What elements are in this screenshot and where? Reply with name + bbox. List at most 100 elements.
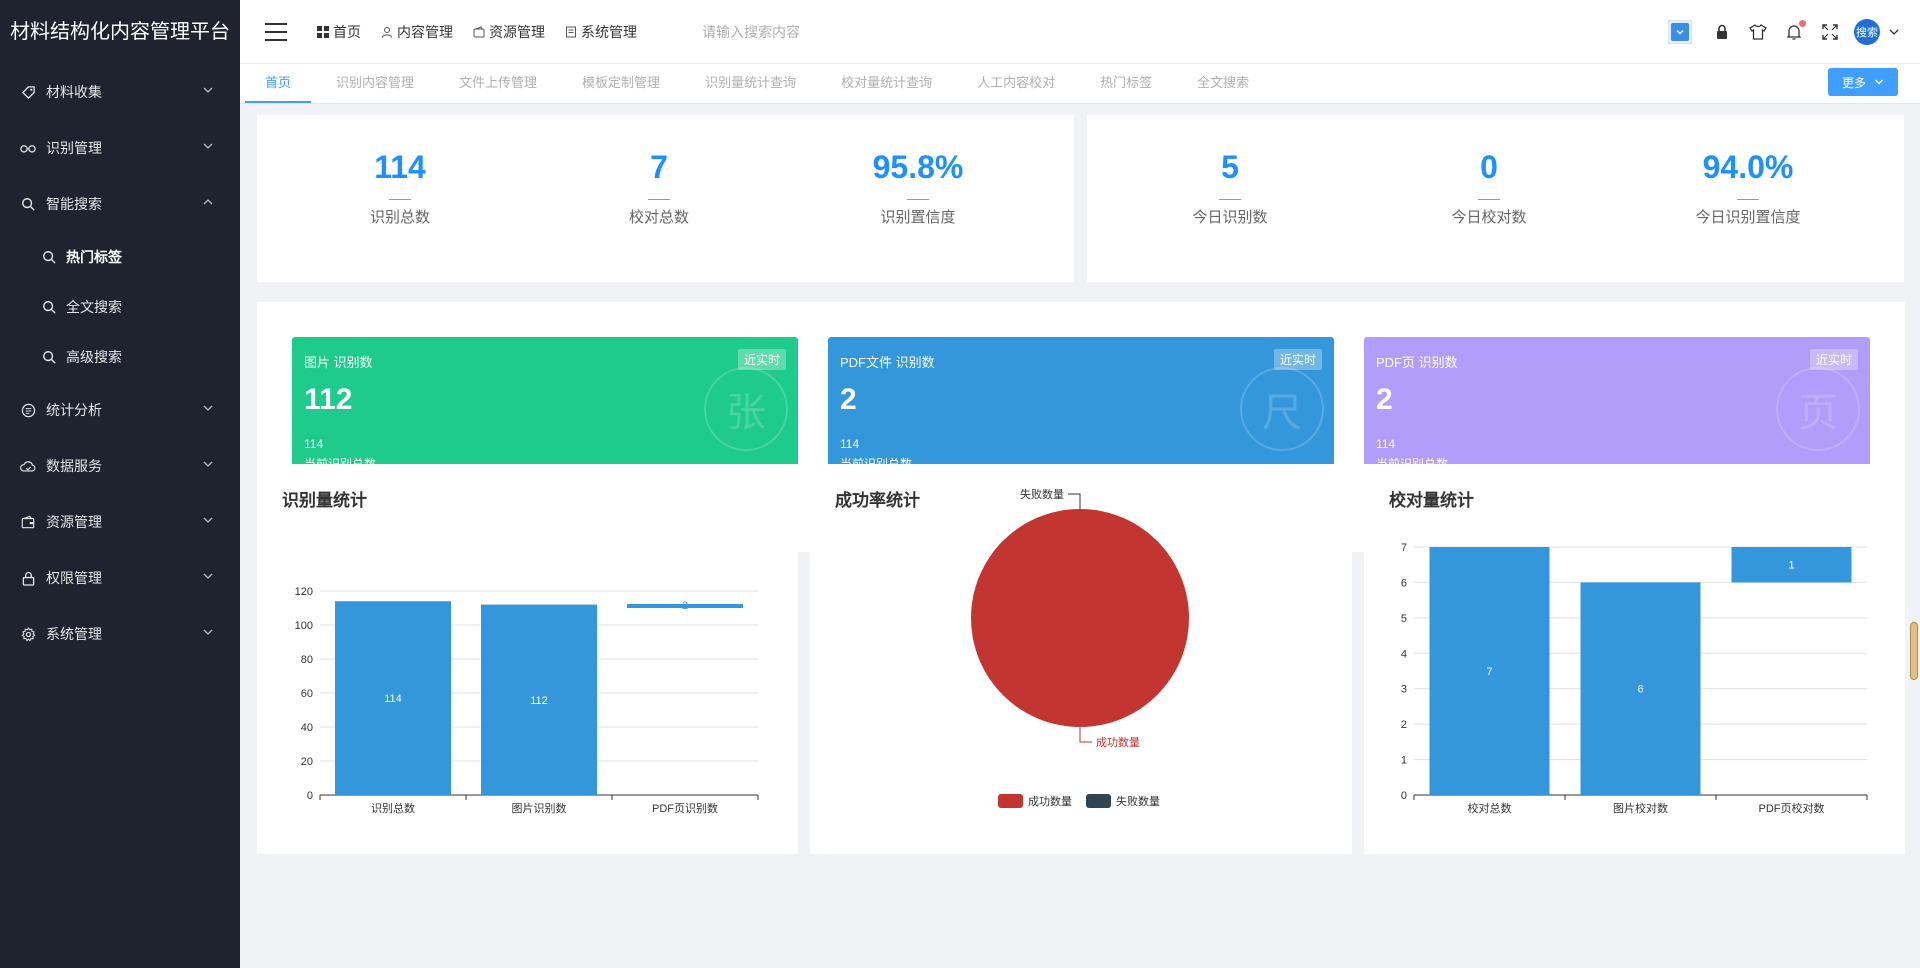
bar-value-label: 7 [1486, 666, 1492, 678]
tab-6[interactable]: 人工内容校对 [957, 63, 1075, 103]
theme-picker-button[interactable] [1668, 20, 1692, 44]
top-header: 首页 内容管理 资源管理 系统管理 请输入搜索内容 搜索 [240, 0, 1920, 64]
sidebar-item-2[interactable]: 智能搜索 [0, 176, 240, 232]
tile-title: 图片 识别数 [304, 355, 373, 370]
sidebar-item-label: 智能搜索 [46, 196, 102, 212]
y-tick-label: 80 [301, 654, 313, 666]
tab-3[interactable]: 模板定制管理 [562, 63, 680, 103]
search-icon [42, 250, 56, 264]
bar-value-label: 112 [530, 695, 548, 707]
wallet-icon [20, 514, 36, 530]
chevron-down-icon [1875, 79, 1883, 85]
chevron-down-icon[interactable] [1888, 26, 1900, 38]
stat-total-proofread: 7 校对总数 [529, 115, 789, 227]
legend-swatch [998, 794, 1023, 808]
notification-button[interactable] [1776, 14, 1812, 50]
search-input[interactable] [702, 23, 902, 40]
sidebar-item-6[interactable]: 权限管理 [0, 550, 240, 606]
y-tick-label: 7 [1401, 542, 1407, 554]
sidebar-item-0[interactable]: 材料收集 [0, 64, 240, 120]
chevron-down-icon [202, 83, 216, 97]
tile-sub-value: 114 [840, 437, 860, 451]
tab-7[interactable]: 热门标签 [1080, 63, 1172, 103]
success-pie-chart: 失败数量成功数量成功数量 失败数量 [971, 487, 1189, 808]
hamburger-menu-icon[interactable] [265, 22, 287, 41]
y-tick-label: 5 [1401, 613, 1407, 625]
sidebar-item-5[interactable]: 资源管理 [0, 494, 240, 550]
y-tick-label: 0 [307, 790, 313, 802]
y-tick-label: 3 [1401, 684, 1407, 696]
stat-value: 114 [374, 149, 426, 185]
shirt-icon [1749, 24, 1767, 40]
y-tick-label: 100 [295, 620, 313, 632]
y-tick-label: 120 [295, 586, 313, 598]
lock-icon [20, 570, 36, 586]
avatar[interactable]: 搜索 [1854, 19, 1880, 45]
x-tick-label: 识别总数 [371, 801, 415, 815]
chevron-up-icon [202, 195, 216, 209]
sidebar-item-label: 资源管理 [46, 514, 102, 530]
y-tick-label: 4 [1401, 648, 1407, 660]
tile-badge: 近实时 [737, 349, 786, 370]
proofread-chart-card: 校对量统计 0 1 2 3 4 5 6 7 7 校对总数 6 图片校对数 1 PDF页校对数 [1364, 464, 1905, 854]
stat-value: 95.8% [872, 149, 964, 185]
more-button-label: 更多 [1841, 75, 1866, 90]
sidebar-subitem-1[interactable]: 全文搜索 [0, 282, 240, 332]
skin-button[interactable] [1740, 14, 1776, 50]
stat-label: 识别置信度 [880, 209, 956, 226]
sidebar-item-3[interactable]: 统计分析 [0, 382, 240, 438]
topnav-content[interactable]: 内容管理 [381, 22, 453, 42]
grid-icon [317, 25, 329, 38]
proofread-bar-chart: 0 1 2 3 4 5 6 7 7 校对总数 6 图片校对数 1 PDF页校对数 [1401, 542, 1868, 815]
notification-dot [1799, 20, 1806, 27]
legend-label: 失败数量 [1116, 794, 1160, 808]
sidebar-subitem-0[interactable]: 热门标签 [0, 232, 240, 282]
pie-slice [971, 509, 1189, 727]
stat-divider [907, 199, 929, 200]
top-nav: 首页 内容管理 资源管理 系统管理 [317, 22, 657, 42]
stat-divider [389, 199, 411, 200]
wallet-icon [473, 25, 485, 37]
y-tick-label: 0 [1401, 790, 1407, 802]
chevron-down-icon [202, 569, 216, 583]
recognition-bar-chart: 0 20 40 60 80 100 120 114 识别总数 112 图片识别数 2 PDF页识别数 [295, 586, 759, 815]
page-scrollbar[interactable] [1910, 622, 1918, 680]
tab-5[interactable]: 校对量统计查询 [821, 63, 952, 103]
glasses-icon [20, 140, 36, 156]
sidebar-subitem-label: 全文搜索 [66, 299, 122, 315]
topnav-home-label: 首页 [333, 23, 361, 40]
sidebar-subitem-2[interactable]: 高级搜索 [0, 332, 240, 382]
topnav-resource[interactable]: 资源管理 [473, 22, 545, 42]
fullscreen-button[interactable] [1812, 14, 1848, 50]
chart-icon [20, 402, 36, 418]
sidebar-item-7[interactable]: 系统管理 [0, 606, 240, 662]
topnav-system[interactable]: 系统管理 [565, 22, 637, 42]
tab-8[interactable]: 全文搜索 [1177, 63, 1269, 103]
tab-1[interactable]: 识别内容管理 [316, 63, 434, 103]
bar-value-label: 6 [1637, 684, 1643, 696]
stat-today-recognized: 5 今日识别数 [1100, 115, 1360, 227]
stat-label: 识别总数 [369, 209, 430, 226]
chevron-down-icon [202, 625, 216, 639]
chevron-down-icon [202, 139, 216, 153]
bar-value-label: 114 [384, 693, 402, 705]
sidebar-item-1[interactable]: 识别管理 [0, 120, 240, 176]
stat-label: 校对总数 [628, 209, 689, 226]
tab-list: 首页 识别内容管理 文件上传管理 模板定制管理 识别量统计查询 校对量统计查询 人工内容校对… [240, 63, 1269, 103]
cloud-icon [20, 458, 36, 474]
tile-sub-value: 114 [304, 437, 324, 451]
sidebar-item-label: 识别管理 [46, 140, 102, 156]
lock-screen-button[interactable] [1704, 14, 1740, 50]
topnav-home[interactable]: 首页 [317, 22, 361, 42]
topnav-system-label: 系统管理 [581, 23, 637, 40]
tab-2[interactable]: 文件上传管理 [439, 63, 557, 103]
tab-4[interactable]: 识别量统计查询 [685, 63, 816, 103]
stat-label: 今日识别置信度 [1695, 209, 1801, 226]
x-tick-label: PDF页校对数 [1759, 801, 1825, 815]
stat-divider [1737, 199, 1759, 200]
tab-0[interactable]: 首页 [245, 63, 312, 103]
tile-badge: 近实时 [1809, 349, 1858, 370]
sidebar-item-4[interactable]: 数据服务 [0, 438, 240, 494]
more-button[interactable]: 更多 [1827, 68, 1898, 96]
stat-value: 94.0% [1702, 149, 1794, 185]
